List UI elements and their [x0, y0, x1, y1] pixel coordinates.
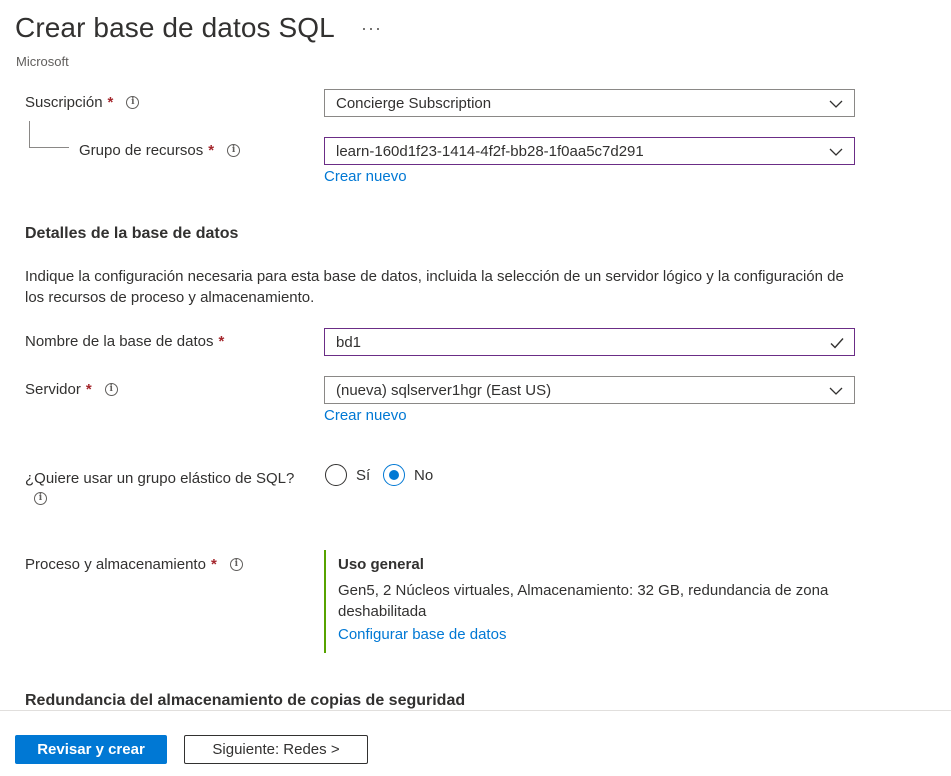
section-heading-db-details: Detalles de la base de datos	[25, 225, 239, 242]
chevron-down-icon	[829, 387, 843, 395]
server-create-new-link[interactable]: Crear nuevo	[324, 407, 407, 424]
required-marker: *	[208, 142, 215, 159]
subscription-value: Concierge Subscription	[336, 94, 492, 112]
tree-connector	[29, 147, 69, 148]
info-icon[interactable]: i	[104, 383, 118, 396]
radio-yes-label: Sí	[356, 466, 371, 484]
compute-label: Proceso y almacenamiento	[25, 556, 206, 573]
server-label-row: Servidor * i	[25, 381, 118, 398]
subscription-label-row: Suscripción * i	[25, 94, 140, 111]
publisher-label: Microsoft	[16, 54, 69, 69]
page-title: Crear base de datos SQL	[15, 12, 335, 43]
chevron-down-icon	[829, 100, 843, 108]
info-icon[interactable]: i	[126, 96, 140, 109]
required-marker: *	[85, 381, 92, 398]
compute-details: Gen5, 2 Núcleos virtuales, Almacenamient…	[338, 582, 829, 620]
create-sql-database-page: Crear base de datos SQL ··· Microsoft Su…	[0, 0, 951, 776]
required-marker: *	[107, 94, 114, 111]
info-icon[interactable]: i	[229, 558, 243, 571]
more-icon[interactable]: ···	[361, 18, 382, 39]
db-name-label-row: Nombre de la base de datos *	[25, 333, 224, 350]
db-name-label: Nombre de la base de datos	[25, 333, 214, 350]
resource-group-label-row: Grupo de recursos * i	[79, 142, 241, 159]
elastic-pool-option-no[interactable]: No	[383, 464, 433, 486]
server-dropdown[interactable]: (nueva) sqlserver1hgr (East US)	[324, 376, 855, 404]
server-label: Servidor	[25, 381, 81, 398]
next-networking-button[interactable]: Siguiente: Redes >	[184, 735, 368, 764]
resource-group-value: learn-160d1f23-1414-4f2f-bb28-1f0aa5c7d2…	[336, 142, 644, 160]
compute-tier: Uso general	[338, 556, 424, 573]
subscription-dropdown[interactable]: Concierge Subscription	[324, 89, 855, 117]
checkmark-icon	[830, 338, 844, 349]
resource-group-label: Grupo de recursos	[79, 142, 204, 159]
footer-divider	[0, 710, 951, 711]
review-create-button[interactable]: Revisar y crear	[15, 735, 167, 764]
configure-database-link[interactable]: Configurar base de datos	[338, 626, 506, 643]
info-icon[interactable]: i	[34, 492, 47, 505]
compute-summary: Uso general Gen5, 2 Núcleos virtuales, A…	[324, 550, 866, 653]
radio-no[interactable]	[383, 464, 405, 486]
elastic-pool-label: ¿Quiere usar un grupo elástico de SQL?	[25, 470, 295, 487]
subscription-label: Suscripción	[25, 94, 103, 111]
db-name-input[interactable]: bd1	[324, 328, 855, 356]
resource-group-dropdown[interactable]: learn-160d1f23-1414-4f2f-bb28-1f0aa5c7d2…	[324, 137, 855, 165]
db-details-description: Indique la configuración necesaria para …	[25, 268, 844, 306]
tree-connector	[29, 121, 30, 147]
resource-group-create-new-link[interactable]: Crear nuevo	[324, 168, 407, 185]
elastic-pool-option-yes[interactable]: Sí	[325, 464, 370, 486]
db-name-value: bd1	[336, 333, 362, 351]
required-marker: *	[210, 556, 217, 573]
server-value: (nueva) sqlserver1hgr (East US)	[336, 381, 552, 399]
compute-label-row: Proceso y almacenamiento * i	[25, 556, 243, 573]
required-marker: *	[218, 333, 225, 350]
radio-no-label: No	[414, 466, 434, 484]
chevron-down-icon	[829, 148, 843, 156]
radio-yes[interactable]	[325, 464, 347, 486]
elastic-pool-info-row: i	[21, 492, 47, 505]
section-heading-backup: Redundancia del almacenamiento de copias…	[25, 692, 466, 709]
info-icon[interactable]: i	[227, 144, 241, 157]
